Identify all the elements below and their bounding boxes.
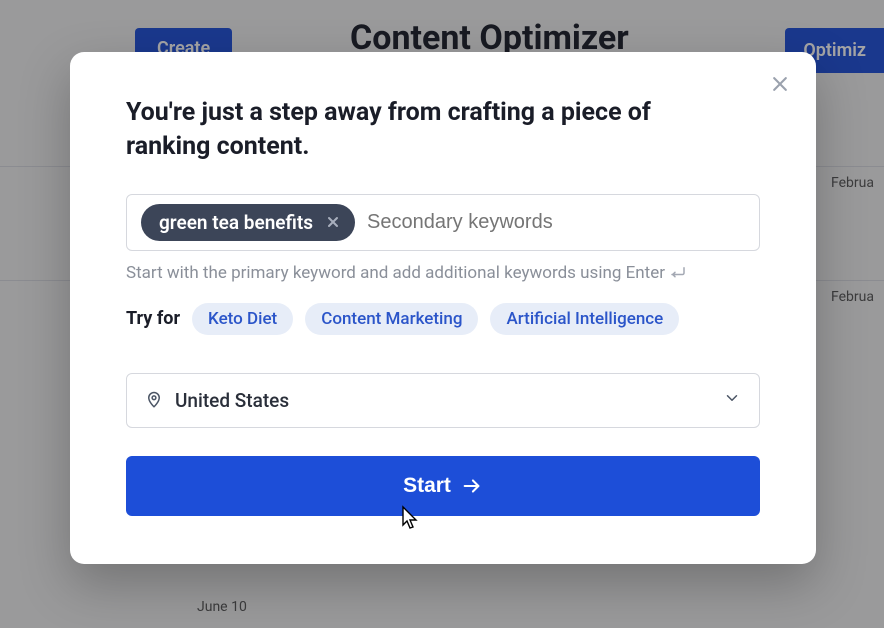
- keyword-chip: green tea benefits: [141, 204, 355, 241]
- suggestion-chip[interactable]: Artificial Intelligence: [490, 303, 679, 335]
- start-button[interactable]: Start: [126, 456, 760, 516]
- chevron-down-icon: [723, 389, 741, 411]
- keyword-input[interactable]: green tea benefits: [126, 194, 760, 251]
- location-icon: [145, 391, 163, 409]
- region-value: United States: [175, 389, 711, 412]
- remove-keyword-button[interactable]: [323, 212, 343, 232]
- arrow-right-icon: [461, 475, 483, 497]
- suggestion-chip[interactable]: Keto Diet: [192, 303, 293, 335]
- try-for-label: Try for: [126, 308, 180, 329]
- start-button-label: Start: [403, 474, 451, 498]
- hint-text: Start with the primary keyword and add a…: [126, 263, 760, 283]
- suggestion-chip[interactable]: Content Marketing: [305, 303, 478, 335]
- close-button[interactable]: [766, 70, 794, 98]
- close-icon: [325, 214, 341, 230]
- region-select[interactable]: United States: [126, 373, 760, 428]
- suggestions-row: Try for Keto Diet Content Marketing Arti…: [126, 303, 760, 335]
- close-icon: [770, 74, 790, 94]
- enter-icon: [669, 264, 687, 282]
- modal-overlay[interactable]: You're just a step away from crafting a …: [0, 0, 884, 628]
- keyword-modal: You're just a step away from crafting a …: [70, 52, 816, 564]
- modal-title: You're just a step away from crafting a …: [126, 96, 716, 164]
- keyword-chip-text: green tea benefits: [159, 211, 313, 234]
- secondary-keywords-input[interactable]: [367, 211, 745, 234]
